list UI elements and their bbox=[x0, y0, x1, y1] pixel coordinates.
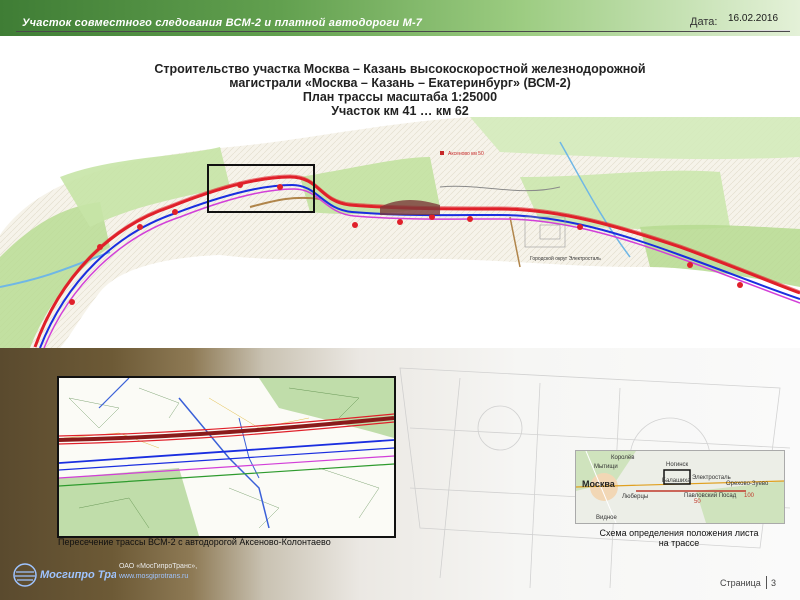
scheme-caption-line-1: Схема определения положения листа bbox=[599, 528, 759, 538]
detail-inset bbox=[57, 376, 396, 538]
map-district-label: Городской округ Электросталь bbox=[530, 255, 601, 262]
scheme-place-pavlovsky-posad: Павловский Посад bbox=[684, 492, 737, 499]
detail-caption: Пересечение трассы ВСМ-2 с автодорогой А… bbox=[58, 537, 331, 547]
slide-subtitle: Строительство участка Москва – Казань вы… bbox=[100, 62, 700, 118]
subtitle-line-1: Строительство участка Москва – Казань вы… bbox=[154, 62, 646, 76]
date-label: Дата: bbox=[690, 16, 718, 28]
scheme-caption-line-2: на трассе bbox=[658, 538, 700, 548]
location-scheme-map: Королёв Мытищи Балашиха Ногинск Москва Э… bbox=[575, 450, 785, 524]
scheme-place-korolev: Королёв bbox=[611, 455, 634, 461]
company-name: ОАО «МосГипроТранс», bbox=[119, 563, 198, 570]
subtitle-line-2: магистрали «Москва – Казань – Екатеринбу… bbox=[229, 76, 571, 90]
company-logo: Мосгипро Транс bbox=[13, 563, 116, 587]
svg-text:Мосгипро Транс: Мосгипро Транс bbox=[40, 569, 116, 581]
scheme-place-elektrostal: Электросталь bbox=[692, 475, 731, 481]
scheme-km-50: 50 bbox=[694, 499, 701, 505]
map-town-label: Аксеново км 50 bbox=[448, 151, 484, 157]
header-rule bbox=[16, 31, 790, 32]
scheme-place-mytishchi: Мытищи bbox=[594, 464, 618, 470]
page-label: Страница bbox=[720, 578, 761, 588]
subtitle-line-4: Участок км 41 … км 62 bbox=[331, 104, 469, 118]
detail-map bbox=[59, 378, 394, 536]
scheme-place-vidnoe: Видное bbox=[596, 515, 618, 521]
subtitle-line-3: План трассы масштаба 1:25000 bbox=[302, 90, 498, 104]
scheme-map: Королёв Мытищи Балашиха Ногинск Москва Э… bbox=[576, 451, 784, 523]
scheme-place-orekhovo-zuevo: Орехово-Зуево bbox=[726, 481, 769, 487]
date-value: 16.02.2016 bbox=[728, 13, 779, 24]
scheme-caption: Схема определения положения листа на тра… bbox=[570, 528, 788, 548]
date-underline bbox=[690, 30, 790, 31]
scheme-place-balashikha: Балашиха bbox=[662, 478, 691, 484]
slide-title: Участок совместного следования ВСМ-2 и п… bbox=[22, 17, 423, 29]
route-plan-map: Аксеново км 50 Городской округ Электрост… bbox=[0, 117, 800, 348]
page-separator bbox=[766, 576, 767, 589]
scheme-place-moscow: Москва bbox=[582, 479, 616, 489]
page-number: 3 bbox=[771, 578, 777, 588]
scheme-place-noginsk: Ногинск bbox=[666, 462, 689, 468]
scheme-km-100: 100 bbox=[744, 493, 755, 499]
scheme-place-lyubertsy: Люберцы bbox=[622, 494, 648, 500]
company-website-link[interactable]: www.mosgiprotrans.ru bbox=[119, 573, 188, 580]
